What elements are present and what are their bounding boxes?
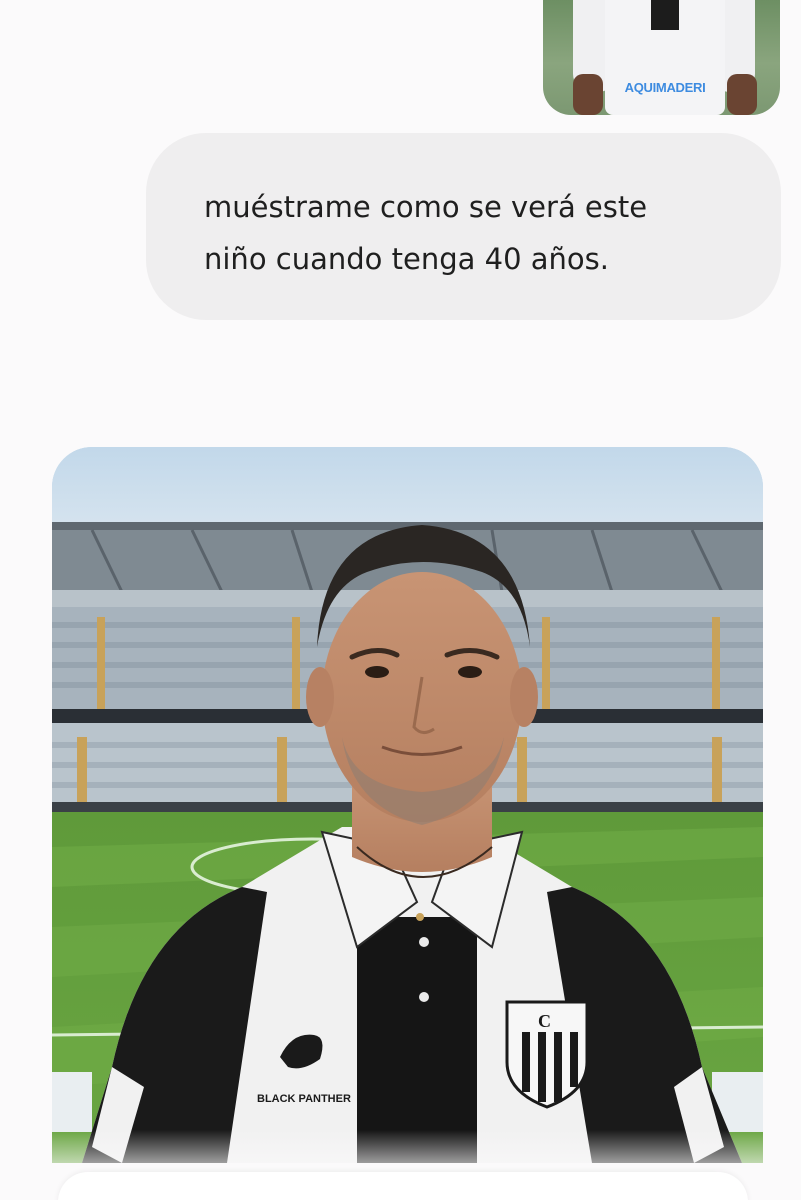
user-message-text: muéstrame como se verá este niño cuando … [204,190,648,276]
photo-shirt-text: AQUIMADERI [624,80,706,95]
next-message-bubble [58,1172,748,1200]
generated-image-illustration: BLACK PANTHER C [52,447,763,1163]
user-message-bubble: muéstrame como se verá este niño cuando … [146,133,781,320]
club-crest: C [505,1000,589,1109]
photo-shirt-stripe [651,0,679,30]
generated-image[interactable]: BLACK PANTHER C [52,447,763,1163]
crest-initials: C [538,1011,551,1031]
photo-arm-left [573,74,603,115]
photo-arm-right [727,74,757,115]
attached-photo-thumbnail[interactable]: AQUIMADERI [543,0,780,115]
chat-thread: AQUIMADERI muéstrame como se verá este n… [0,0,801,1200]
jersey-brand-text: BLACK PANTHER [257,1093,351,1105]
